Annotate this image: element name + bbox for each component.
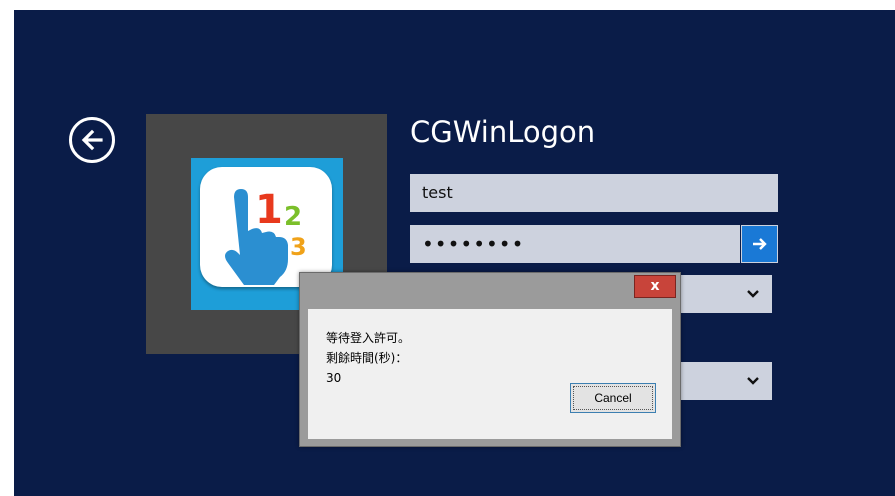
countdown-value: 30 xyxy=(326,371,342,385)
svg-text:3: 3 xyxy=(290,233,307,261)
dialog-body: 等待登入許可。 剩餘時間(秒)： 30 Cancel xyxy=(308,309,672,439)
option-dropdown-2[interactable] xyxy=(668,362,772,400)
dialog-message: 等待登入許可。 xyxy=(326,331,411,345)
option-dropdown-1[interactable] xyxy=(668,275,772,313)
back-button[interactable] xyxy=(69,117,115,163)
cancel-button[interactable]: Cancel xyxy=(570,383,656,413)
chevron-down-icon xyxy=(747,290,759,298)
logon-title: CGWinLogon xyxy=(410,115,596,149)
submit-button[interactable] xyxy=(741,225,778,263)
svg-text:2: 2 xyxy=(284,202,302,232)
wait-dialog: x 等待登入許可。 剩餘時間(秒)： 30 Cancel xyxy=(299,272,681,447)
svg-text:1: 1 xyxy=(255,187,283,233)
dialog-close-button[interactable]: x xyxy=(634,275,676,298)
chevron-down-icon xyxy=(747,377,759,385)
arrow-right-icon xyxy=(753,238,767,250)
username-field[interactable]: test xyxy=(410,174,778,212)
back-arrow-icon xyxy=(81,129,103,151)
remaining-time-label: 剩餘時間(秒)： xyxy=(326,351,408,365)
password-field[interactable]: •••••••• xyxy=(410,225,740,263)
hand-123-app-icon: 1 2 3 xyxy=(200,167,332,287)
